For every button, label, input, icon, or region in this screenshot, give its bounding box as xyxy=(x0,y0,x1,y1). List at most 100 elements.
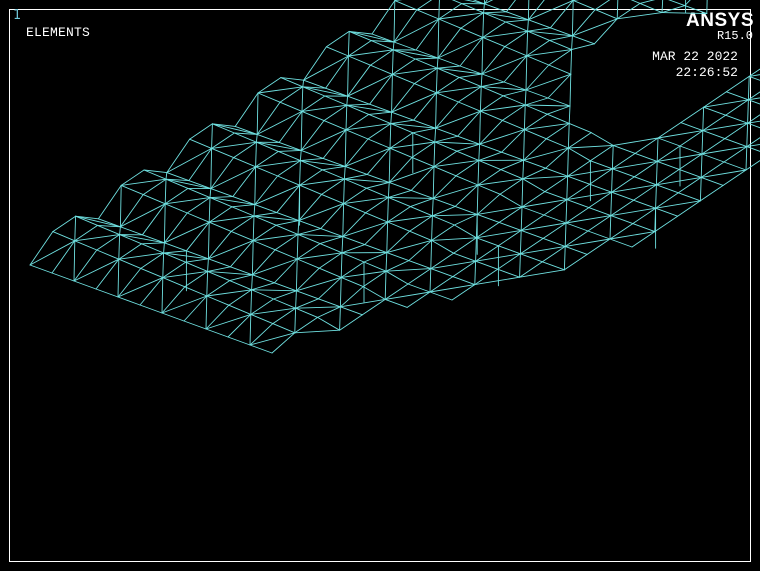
mesh-edge xyxy=(346,104,393,113)
mesh-edge xyxy=(384,291,431,300)
mesh-edge xyxy=(394,0,403,2)
mesh-edge xyxy=(409,197,434,208)
mesh-edge xyxy=(163,242,187,252)
mesh-edge xyxy=(119,234,165,244)
mesh-edge xyxy=(346,95,349,106)
mesh-edge xyxy=(478,143,481,161)
mesh-edge xyxy=(323,120,347,131)
mesh-edge xyxy=(700,176,724,186)
mesh-edge xyxy=(655,184,657,209)
mesh-edge xyxy=(505,19,529,23)
mesh-edge xyxy=(524,104,548,115)
mesh-edge xyxy=(229,274,253,282)
mesh-edge xyxy=(520,206,523,231)
mesh-edge xyxy=(390,119,415,125)
mesh-edge xyxy=(185,221,210,252)
mesh-edge xyxy=(96,249,120,260)
mesh-edge xyxy=(661,5,686,14)
mesh-edge xyxy=(189,123,213,140)
mesh-edge xyxy=(589,183,613,193)
mesh-edge xyxy=(571,35,595,45)
mesh-edge xyxy=(274,249,298,260)
mesh-edge xyxy=(501,151,525,161)
mesh-edge xyxy=(345,104,348,131)
mesh-edge xyxy=(205,295,208,330)
mesh-edge xyxy=(183,295,208,322)
mesh-edge xyxy=(295,306,341,309)
graphics-window[interactable]: 1 ELEMENTS ANSYS R15.0 MAR 22 2022 22:26… xyxy=(0,0,760,571)
mesh-edge xyxy=(437,18,440,59)
mesh-edge xyxy=(295,290,297,309)
mesh-edge xyxy=(210,147,213,190)
mesh-edge xyxy=(234,92,259,127)
mesh-edge xyxy=(747,75,750,101)
mesh-edge xyxy=(479,110,503,121)
mesh-edge xyxy=(387,196,389,223)
mesh-edge xyxy=(208,197,211,223)
mesh-edge xyxy=(479,104,526,112)
mesh-edge xyxy=(435,86,482,94)
mesh-edge xyxy=(394,0,418,11)
mesh-edge xyxy=(527,27,551,32)
mesh-edge xyxy=(185,258,209,263)
mesh-edge xyxy=(435,110,481,129)
mesh-edge xyxy=(344,129,347,167)
mesh-edge xyxy=(505,0,516,13)
mesh-edge xyxy=(188,147,213,182)
mesh-edge xyxy=(387,221,411,232)
mesh-edge xyxy=(457,110,481,137)
mesh-edge xyxy=(481,73,505,83)
mesh-edge xyxy=(524,104,571,107)
mesh-edge xyxy=(365,212,389,223)
mesh-edge xyxy=(565,199,568,224)
mesh-edge xyxy=(141,243,165,254)
mesh-edge xyxy=(701,146,748,155)
mesh-edge xyxy=(118,252,165,260)
mesh-edge xyxy=(299,149,302,162)
mesh-edge xyxy=(209,188,212,199)
element-mesh-plot[interactable] xyxy=(0,0,760,571)
mesh-edge xyxy=(431,205,456,217)
mesh-edge xyxy=(257,92,281,103)
mesh-edge xyxy=(253,204,256,217)
mesh-edge xyxy=(567,132,592,149)
mesh-edge xyxy=(343,165,346,180)
mesh-edge xyxy=(299,184,323,195)
mesh-edge xyxy=(746,137,760,148)
mesh-edge xyxy=(393,0,396,43)
mesh-edge xyxy=(341,236,344,254)
mesh-edge xyxy=(387,196,411,208)
mesh-edge xyxy=(318,267,342,278)
mesh-edge xyxy=(386,221,389,254)
mesh-edge xyxy=(414,57,439,60)
mesh-edge xyxy=(296,258,320,269)
mesh-edge xyxy=(499,193,523,208)
mesh-edge xyxy=(542,237,566,247)
mesh-edge xyxy=(303,46,327,81)
mesh-edge xyxy=(347,49,394,57)
mesh-edge xyxy=(393,41,417,51)
mesh-edge xyxy=(702,122,749,132)
mesh-edge xyxy=(452,276,476,286)
mesh-edge xyxy=(73,280,97,290)
mesh-edge xyxy=(438,12,485,20)
mesh-edge xyxy=(429,268,432,293)
mesh-edge xyxy=(339,276,342,308)
mesh-edge xyxy=(701,130,704,155)
mesh-edge xyxy=(163,242,165,254)
mesh-edge xyxy=(229,280,253,291)
mesh-edge xyxy=(505,21,529,32)
mesh-edge xyxy=(479,86,482,112)
mesh-edge xyxy=(324,95,348,106)
mesh-edge xyxy=(295,258,298,292)
mesh-edge xyxy=(297,228,322,235)
mesh-edge xyxy=(699,176,702,202)
mesh-edge xyxy=(298,220,322,230)
mesh-edge xyxy=(251,289,297,292)
mesh-edge xyxy=(431,213,478,217)
mesh-edge xyxy=(117,258,120,298)
mesh-edge xyxy=(567,144,614,149)
mesh-edge xyxy=(231,204,256,208)
mesh-edge xyxy=(164,178,167,205)
mesh-edge xyxy=(321,193,345,205)
